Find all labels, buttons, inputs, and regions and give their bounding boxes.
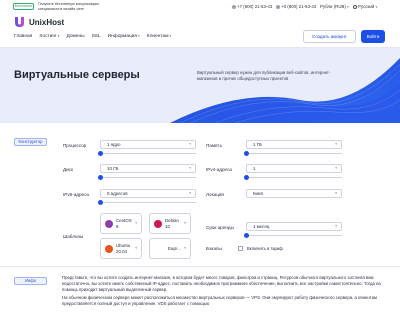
nav-item-clients[interactable]: Клиентам▾ bbox=[147, 34, 171, 39]
chevron-down-icon: ▾ bbox=[335, 166, 337, 170]
chevron-down-icon: ▾ bbox=[189, 142, 191, 146]
ipv4-select[interactable]: 1 ▾ bbox=[246, 164, 342, 173]
chevron-down-icon: ▾ bbox=[375, 5, 378, 9]
info-section: Инфо Представьте, что вы хотите создать … bbox=[0, 266, 400, 320]
processor-select[interactable]: 1 ядро ▾ bbox=[100, 140, 196, 149]
configurator-tag: Конструктор bbox=[14, 138, 47, 146]
globe-icon bbox=[353, 4, 357, 9]
backups-label: Бэкапы bbox=[206, 246, 222, 251]
top-bar: Бесплатно Получите бесплатную консультац… bbox=[0, 0, 400, 13]
consult-text[interactable]: Получите бесплатную консультацию специал… bbox=[38, 2, 118, 11]
term-slider-handle[interactable] bbox=[244, 233, 249, 238]
term-select[interactable]: 1 месяц ▾ bbox=[246, 222, 342, 231]
memory-slider[interactable] bbox=[246, 153, 342, 154]
main-nav: Главная Хостинг▾ Домены SSL Информация▾ … bbox=[14, 34, 171, 39]
term-slider[interactable] bbox=[246, 235, 342, 236]
site-header: UnixHost Главная Хостинг▾ Домены SSL Инф… bbox=[0, 13, 400, 48]
chevron-down-icon: ▾ bbox=[138, 34, 140, 38]
chevron-down-icon: ▾ bbox=[335, 191, 337, 195]
ipv6-slider[interactable] bbox=[100, 202, 196, 203]
centos-icon bbox=[105, 220, 113, 228]
info-text: Представьте, что вы хотите создать интер… bbox=[62, 275, 390, 310]
backups-checkbox-label[interactable]: Включить в тариф bbox=[247, 246, 283, 251]
memory-select[interactable]: 1 ГБ ▾ bbox=[246, 140, 342, 149]
os-option-centos[interactable]: CentOS 8 ▾ bbox=[100, 213, 142, 234]
memory-label: Память bbox=[206, 143, 222, 148]
debian-icon bbox=[154, 220, 162, 228]
phone-icon bbox=[232, 4, 236, 9]
nav-item-domains[interactable]: Домены bbox=[67, 34, 85, 39]
currency-select[interactable]: Рубли (RUB) ▾ bbox=[320, 4, 349, 9]
nav-item-home[interactable]: Главная bbox=[14, 34, 32, 39]
processor-slider[interactable] bbox=[100, 153, 196, 154]
free-badge: Бесплатно bbox=[13, 3, 34, 10]
ipv6-select[interactable]: 0 адресов ▾ bbox=[100, 189, 196, 198]
phone-1[interactable]: +7 (800) 21-53-43 bbox=[232, 4, 272, 9]
chevron-down-icon: ▾ bbox=[135, 221, 137, 225]
phone-2[interactable]: +0 (800) 21-53-43 bbox=[276, 4, 316, 9]
backups-checkbox[interactable] bbox=[238, 246, 243, 251]
chevron-down-icon: ▾ bbox=[184, 221, 186, 225]
processor-label: Процессор bbox=[63, 143, 87, 148]
templates-label: Шаблоны bbox=[63, 234, 84, 239]
memory-slider-handle[interactable] bbox=[244, 151, 249, 156]
ipv6-slider-handle[interactable] bbox=[98, 200, 103, 205]
chevron-down-icon: ▾ bbox=[347, 5, 349, 9]
info-paragraph: Представьте, что вы хотите создать интер… bbox=[62, 275, 381, 292]
disk-label: Диск bbox=[63, 167, 73, 172]
language-select[interactable]: Русский ▾ bbox=[353, 4, 377, 9]
logo-icon[interactable] bbox=[14, 16, 25, 28]
info-tag: Инфо bbox=[14, 277, 47, 285]
info-paragraph: На обычном физическом сервере может расп… bbox=[62, 295, 377, 307]
os-option-ubuntu[interactable]: Ubuntu 20.04 ▾ bbox=[100, 238, 142, 259]
disk-slider-handle[interactable] bbox=[98, 175, 103, 180]
nav-item-info[interactable]: Информация▾ bbox=[108, 34, 140, 39]
os-option-debian[interactable]: Debian 10 ▾ bbox=[149, 213, 191, 234]
login-button[interactable]: Войти bbox=[361, 30, 385, 43]
processor-slider-handle[interactable] bbox=[98, 151, 103, 156]
disk-select[interactable]: 10 ГБ ▾ bbox=[100, 164, 196, 173]
chevron-down-icon: ▾ bbox=[135, 246, 137, 250]
os-option-more[interactable]: Ещё... ▾ bbox=[149, 238, 191, 259]
term-label: Срок аренды bbox=[206, 225, 234, 230]
hero-wave-graphic bbox=[170, 58, 400, 123]
ubuntu-icon bbox=[105, 245, 113, 253]
page-subtitle: Виртуальный сервер нужен для публикации … bbox=[197, 70, 331, 81]
create-account-button[interactable]: Создать аккаунт bbox=[303, 30, 356, 43]
chevron-down-icon: ▾ bbox=[189, 191, 191, 195]
disk-slider[interactable] bbox=[100, 177, 196, 178]
nav-item-hosting[interactable]: Хостинг▾ bbox=[39, 34, 59, 39]
location-label: Локация bbox=[206, 192, 224, 197]
chevron-down-icon: ▾ bbox=[335, 142, 337, 146]
configurator-section: Конструктор Процессор 1 ядро ▾ Память 1 Г… bbox=[0, 123, 400, 266]
chevron-down-icon: ▾ bbox=[57, 34, 60, 38]
phone-icon bbox=[276, 4, 280, 9]
logo-text[interactable]: UnixHost bbox=[29, 18, 64, 27]
chevron-down-icon: ▾ bbox=[335, 224, 337, 228]
chevron-down-icon: ▾ bbox=[169, 34, 172, 38]
ipv6-label: IPv6-адреса bbox=[63, 192, 89, 197]
chevron-down-icon: ▾ bbox=[184, 246, 186, 250]
ipv4-slider-handle[interactable] bbox=[244, 175, 249, 180]
ipv4-slider[interactable] bbox=[246, 177, 342, 178]
hero-banner: Виртуальные серверы Виртуальный сервер н… bbox=[0, 48, 400, 123]
chevron-down-icon: ▾ bbox=[189, 166, 191, 170]
page-title: Виртуальные серверы bbox=[14, 69, 140, 81]
nav-item-ssl[interactable]: SSL bbox=[92, 34, 101, 39]
location-select[interactable]: Киев ▾ bbox=[246, 189, 342, 198]
ipv4-label: IPv4-адреса bbox=[206, 167, 232, 172]
